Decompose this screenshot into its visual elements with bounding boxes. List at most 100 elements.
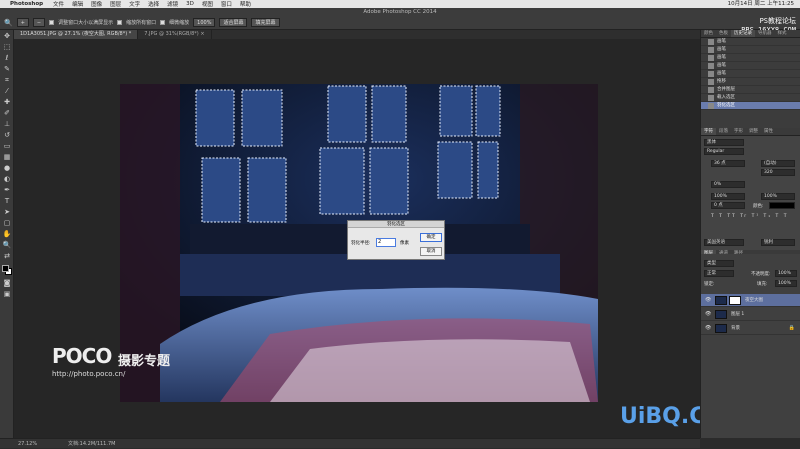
tab-paragraph[interactable]: 段落 <box>716 128 731 135</box>
leading-field[interactable]: (自动) <box>761 160 795 167</box>
gradient-tool-icon[interactable]: ▦ <box>2 152 12 162</box>
opacity-field[interactable]: 100% <box>775 270 797 277</box>
menu-type[interactable]: 文字 <box>129 0 140 8</box>
menu-layer[interactable]: 图层 <box>110 0 121 8</box>
scrubby-zoom-checkbox[interactable] <box>160 20 166 25</box>
layer-name[interactable]: 图层 1 <box>731 308 744 321</box>
menu-window[interactable]: 窗口 <box>221 0 232 8</box>
horizontal-scale-field[interactable]: 100% <box>761 193 795 200</box>
visibility-eye-icon[interactable]: 👁 <box>705 294 711 307</box>
font-family-field[interactable]: 黑体 <box>704 139 744 146</box>
healing-tool-icon[interactable]: ✚ <box>2 97 12 107</box>
cancel-button[interactable]: 取消 <box>420 247 442 256</box>
feather-radius-input[interactable]: 2 <box>376 238 396 247</box>
layer-thumbnail <box>715 310 727 319</box>
fit-screen-button[interactable]: 适合屏幕 <box>219 18 248 27</box>
tab-adjustments[interactable]: 调整 <box>746 128 761 135</box>
fill-screen-button[interactable]: 填充屏幕 <box>251 18 280 27</box>
ok-button[interactable]: 确定 <box>420 233 442 242</box>
zoom-100-button[interactable]: 100% <box>193 18 216 27</box>
shape-tool-icon[interactable]: ▢ <box>2 218 12 228</box>
zoom-tool-icon[interactable]: 🔍 <box>4 19 13 27</box>
menu-filter[interactable]: 滤镜 <box>167 0 178 8</box>
tab-navigator[interactable]: 导航器 <box>755 30 775 37</box>
zoom-all-checkbox[interactable] <box>117 20 123 25</box>
pen-tool-icon[interactable]: ✒ <box>2 185 12 195</box>
antialias-field[interactable]: 锐利 <box>761 239 795 246</box>
brush-tool-icon[interactable]: ✐ <box>2 108 12 118</box>
color-swatches[interactable] <box>0 263 14 277</box>
fill-field[interactable]: 100% <box>775 280 797 287</box>
quick-select-tool-icon[interactable]: ✎ <box>2 64 12 74</box>
vertical-scale-field[interactable]: 100% <box>711 193 745 200</box>
menu-app-name[interactable]: Photoshop <box>10 1 43 7</box>
tab-document-1[interactable]: 1D1A3051.JPG @ 27.1% (夜空大图, RGB/8*) * <box>14 30 139 39</box>
history-item[interactable]: 画笔 <box>701 70 800 78</box>
canvas-area[interactable]: 羽化选区 羽化半径: 2 像素 确定 取消 <box>14 39 700 438</box>
tracking-field[interactable]: 320 <box>761 169 795 176</box>
history-brush-tool-icon[interactable]: ↺ <box>2 130 12 140</box>
stamp-tool-icon[interactable]: ⊥ <box>2 119 12 129</box>
kerning-field[interactable]: 0% <box>711 181 745 188</box>
type-tool-icon[interactable]: T <box>2 196 12 206</box>
zoom-tool-icon[interactable]: 🔍 <box>2 240 12 250</box>
tab-glyphs[interactable]: 字形 <box>731 128 746 135</box>
blur-tool-icon[interactable]: ● <box>2 163 12 173</box>
swap-colors-icon[interactable]: ⇄ <box>2 251 12 261</box>
menu-select[interactable]: 选择 <box>148 0 159 8</box>
menu-view[interactable]: 视图 <box>202 0 213 8</box>
tab-character[interactable]: 字符 <box>701 128 716 135</box>
history-item[interactable]: 合并图层 <box>701 86 800 94</box>
tab-color[interactable]: 颜色 <box>701 30 716 37</box>
menu-file[interactable]: 文件 <box>53 0 64 8</box>
zoom-in-button[interactable]: + <box>16 18 29 27</box>
quick-mask-icon[interactable]: ◙ <box>2 278 12 288</box>
marquee-tool-icon[interactable]: ⬚ <box>2 42 12 52</box>
tab-properties[interactable]: 属性 <box>761 128 776 135</box>
layer-name[interactable]: 背景 <box>731 322 740 335</box>
tab-swatches[interactable]: 色板 <box>716 30 731 37</box>
layer-name[interactable]: 夜空大图 <box>745 294 763 307</box>
dodge-tool-icon[interactable]: ◐ <box>2 174 12 184</box>
history-item[interactable]: 羽化选区 <box>701 102 800 110</box>
eyedropper-tool-icon[interactable]: ⁄ <box>2 86 12 96</box>
menu-help[interactable]: 帮助 <box>240 0 251 8</box>
hand-tool-icon[interactable]: ✋ <box>2 229 12 239</box>
font-style-field[interactable]: Regular <box>704 148 744 155</box>
path-select-tool-icon[interactable]: ➤ <box>2 207 12 217</box>
history-item[interactable]: 拖移 <box>701 78 800 86</box>
history-item[interactable]: 画笔 <box>701 62 800 70</box>
layer-row[interactable]: 👁 夜空大图 <box>701 294 800 307</box>
menu-image[interactable]: 图像 <box>91 0 102 8</box>
visibility-eye-icon[interactable]: 👁 <box>705 322 711 335</box>
screen-mode-icon[interactable]: ▣ <box>2 289 12 299</box>
foreground-color-swatch[interactable] <box>2 265 9 272</box>
tab-document-2[interactable]: 7.JPG @ 31%(RGB/8*) × <box>138 30 212 39</box>
baseline-field[interactable]: 0 点 <box>711 202 745 209</box>
history-item[interactable]: 画笔 <box>701 38 800 46</box>
text-color-swatch[interactable] <box>769 202 795 209</box>
tab-styles[interactable]: 样式 <box>775 30 790 37</box>
type-style-buttons[interactable]: T T TT Tr T¹ T₁ T T <box>711 214 788 219</box>
resize-window-checkbox[interactable] <box>49 20 55 25</box>
layer-row[interactable]: 👁 图层 1 <box>701 308 800 321</box>
visibility-eye-icon[interactable]: 👁 <box>705 308 711 321</box>
layer-mask-thumbnail[interactable] <box>729 296 741 305</box>
layer-row[interactable]: 👁 背景 🔒 <box>701 322 800 335</box>
font-size-field[interactable]: 36 点 <box>711 160 745 167</box>
history-item[interactable]: 载入选区 <box>701 94 800 102</box>
menu-edit[interactable]: 编辑 <box>72 0 83 8</box>
layer-kind-filter[interactable]: 类型 <box>704 260 734 267</box>
menu-3d[interactable]: 3D <box>186 1 194 7</box>
history-item[interactable]: 画笔 <box>701 46 800 54</box>
zoom-out-button[interactable]: − <box>32 18 46 27</box>
history-item[interactable]: 画笔 <box>701 54 800 62</box>
lasso-tool-icon[interactable]: ℓ <box>2 53 12 63</box>
crop-tool-icon[interactable]: ⌗ <box>2 75 12 85</box>
language-field[interactable]: 美国英语 <box>704 239 744 246</box>
blend-mode-select[interactable]: 正常 <box>704 270 734 277</box>
eraser-tool-icon[interactable]: ▭ <box>2 141 12 151</box>
tab-history[interactable]: 历史记录 <box>731 30 755 37</box>
feather-dialog: 羽化选区 羽化半径: 2 像素 确定 取消 <box>347 220 445 260</box>
move-tool-icon[interactable]: ✥ <box>2 31 12 41</box>
